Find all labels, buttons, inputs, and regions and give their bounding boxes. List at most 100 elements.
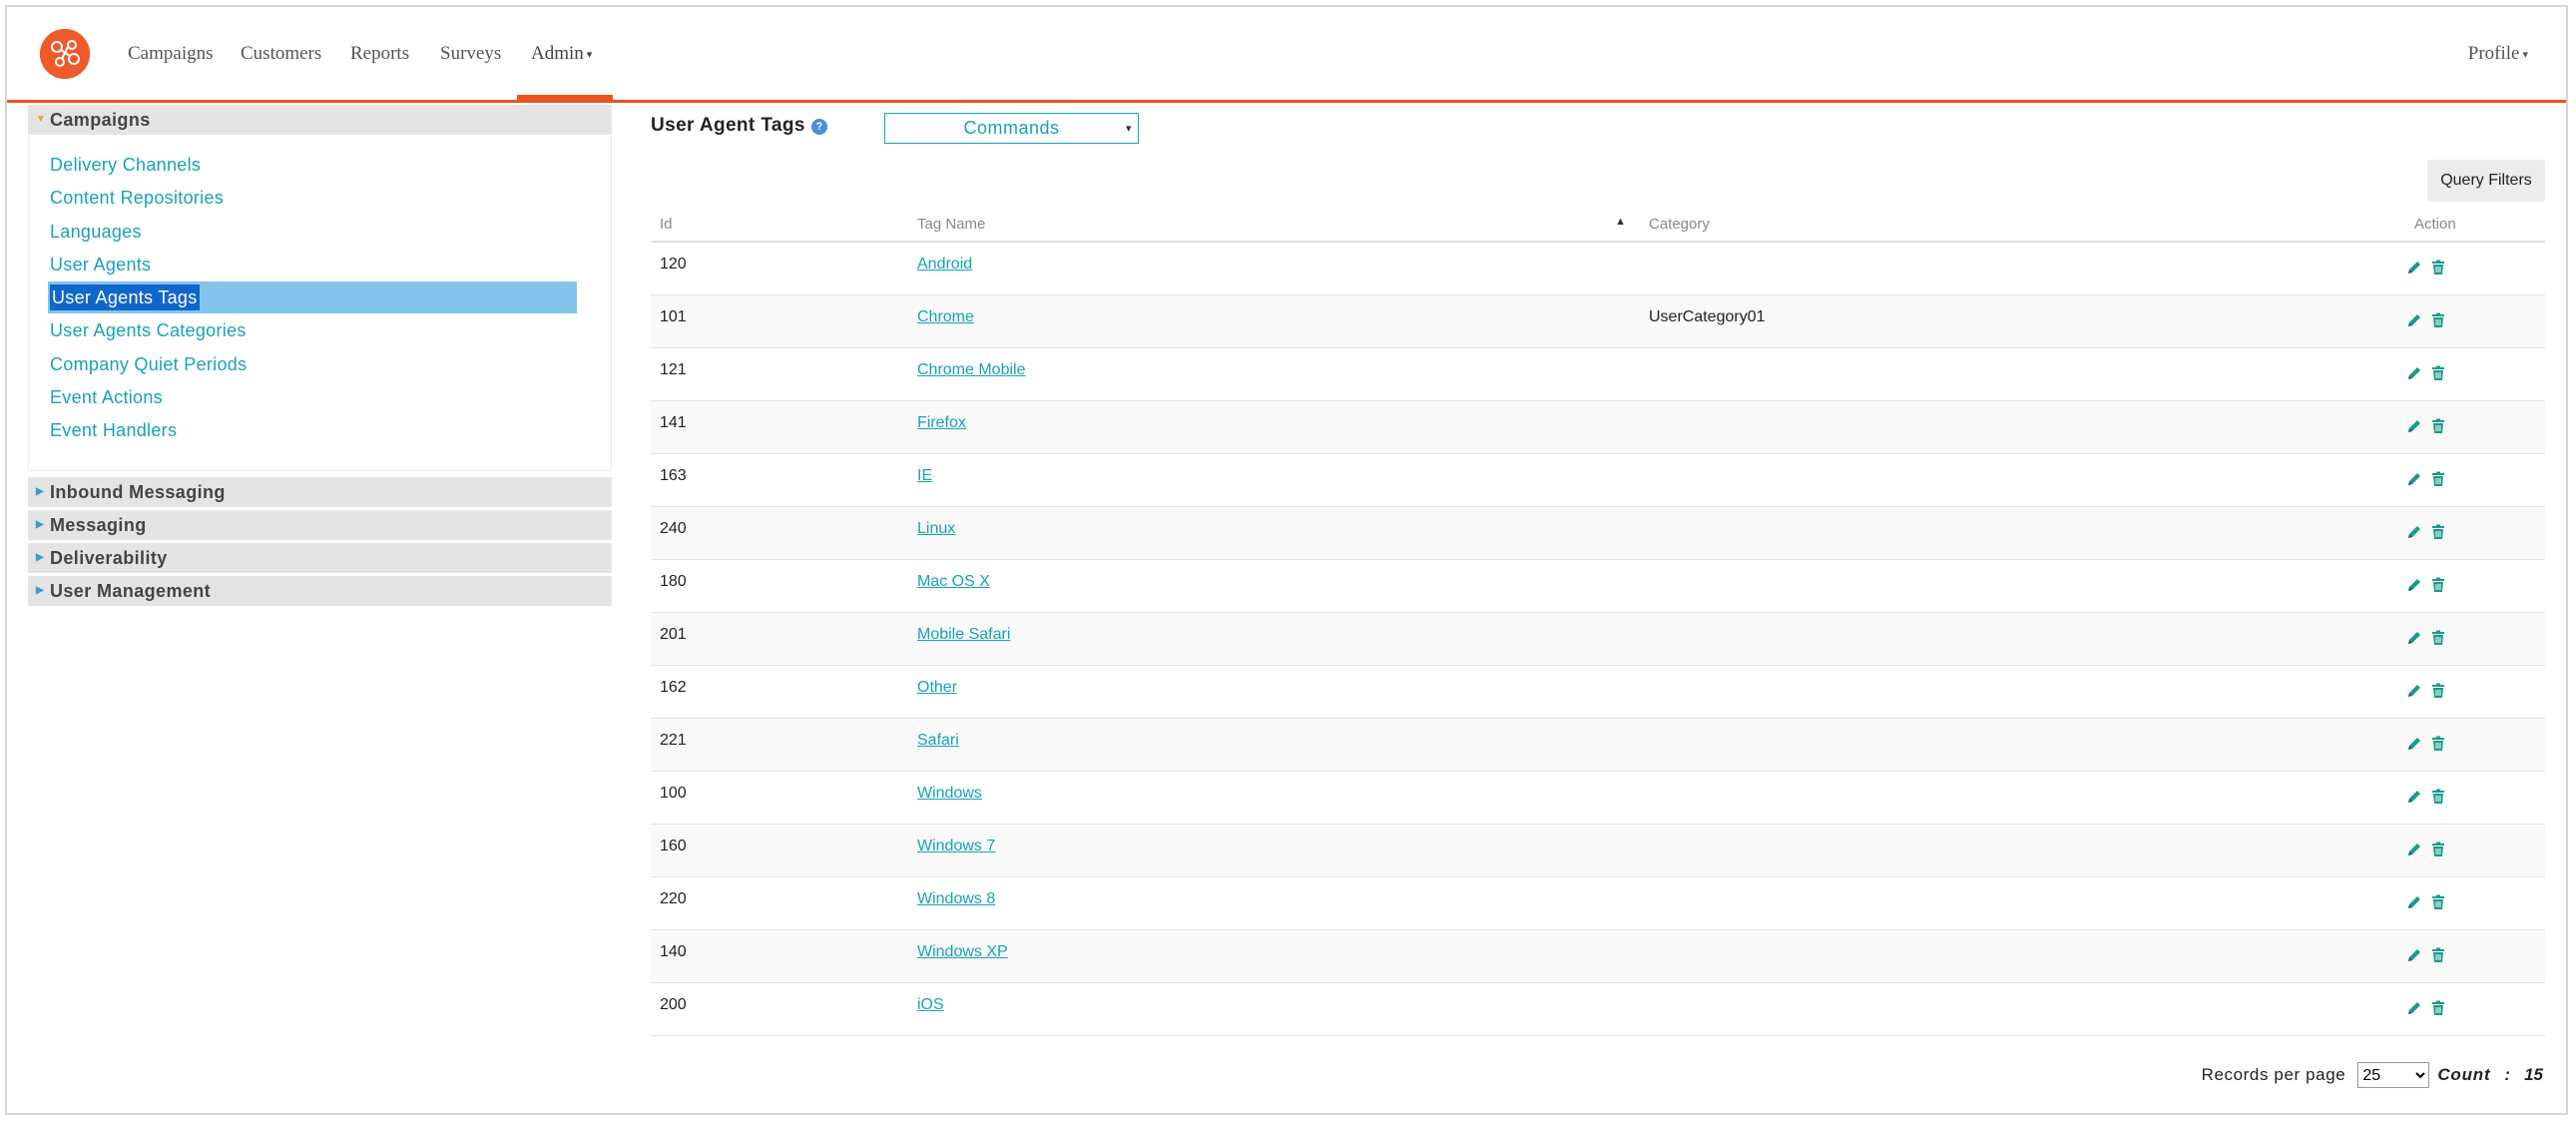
cell-id: 240 — [651, 506, 908, 560]
tag-name-link[interactable]: Windows 7 — [917, 838, 995, 854]
edit-pencil-icon[interactable] — [2405, 788, 2423, 806]
edit-pencil-icon[interactable] — [2405, 999, 2423, 1017]
tag-name-link[interactable]: Android — [917, 256, 972, 273]
table-row: 221 Safari — [651, 718, 2545, 772]
sidebar: ▼ Campaigns Delivery Channels Content Re… — [28, 105, 612, 609]
tag-name-link[interactable]: Windows XP — [917, 943, 1008, 960]
table-body: 120 Android 101 Chrome UserCategory01 121 Chro… — [651, 242, 2545, 1036]
table-row: 163 IE — [651, 453, 2545, 507]
column-header-id[interactable]: Id — [651, 208, 908, 243]
table-header-row: Id Tag Name ▲ Category Action — [651, 208, 2545, 243]
column-header-action: Action — [2405, 208, 2545, 243]
delete-trash-icon[interactable] — [2429, 999, 2447, 1017]
cell-category — [1640, 559, 2405, 613]
delete-trash-icon[interactable] — [2429, 311, 2447, 329]
cell-tag-name: Windows 8 — [908, 876, 1640, 930]
edit-pencil-icon[interactable] — [2405, 629, 2423, 647]
sidebar-section-inbound-messaging[interactable]: ▶ Inbound Messaging — [28, 477, 612, 507]
delete-trash-icon[interactable] — [2429, 841, 2447, 858]
delete-trash-icon[interactable] — [2429, 682, 2447, 700]
sidebar-item-company-quiet-periods[interactable]: Company Quiet Periods — [50, 354, 247, 375]
edit-pencil-icon[interactable] — [2405, 311, 2423, 329]
cell-tag-name: Windows XP — [908, 929, 1640, 983]
sidebar-item-event-actions[interactable]: Event Actions — [50, 387, 163, 408]
cell-id: 200 — [651, 982, 908, 1036]
table-row: 160 Windows 7 — [651, 824, 2545, 877]
cell-category — [1640, 929, 2405, 983]
sidebar-item-user-agents-tags[interactable]: User Agents Tags — [48, 281, 577, 313]
tag-name-link[interactable]: Windows 8 — [917, 890, 995, 907]
cell-action — [2405, 982, 2545, 1036]
count-separator: : — [2504, 1065, 2511, 1084]
edit-pencil-icon[interactable] — [2405, 893, 2423, 911]
delete-trash-icon[interactable] — [2429, 417, 2447, 435]
delete-trash-icon[interactable] — [2429, 788, 2447, 806]
edit-pencil-icon[interactable] — [2405, 682, 2423, 700]
tag-name-link[interactable]: IE — [917, 467, 932, 484]
tag-name-link[interactable]: Firefox — [917, 414, 966, 431]
records-per-page-select[interactable]: 25 — [2357, 1062, 2430, 1088]
tag-name-link[interactable]: Safari — [917, 732, 959, 749]
tag-name-link[interactable]: Mac OS X — [917, 573, 990, 590]
edit-pencil-icon[interactable] — [2405, 576, 2423, 594]
tag-name-link[interactable]: Mobile Safari — [917, 626, 1010, 643]
delete-trash-icon[interactable] — [2429, 259, 2447, 277]
cell-action — [2405, 400, 2545, 454]
edit-pencil-icon[interactable] — [2405, 470, 2423, 488]
profile-menu[interactable]: Profile ▾ — [2468, 43, 2528, 65]
nav-reports[interactable]: Reports — [350, 43, 409, 65]
delete-trash-icon[interactable] — [2429, 364, 2447, 382]
tag-name-link[interactable]: Other — [917, 679, 957, 696]
edit-pencil-icon[interactable] — [2405, 735, 2423, 753]
cell-action — [2405, 242, 2545, 295]
delete-trash-icon[interactable] — [2429, 470, 2447, 488]
tag-name-link[interactable]: Linux — [917, 520, 955, 537]
cell-id: 120 — [651, 242, 908, 295]
cell-id: 221 — [651, 718, 908, 772]
tag-name-link[interactable]: Chrome Mobile — [917, 361, 1025, 378]
query-filters-button[interactable]: Query Filters — [2427, 160, 2545, 202]
sidebar-section-messaging[interactable]: ▶ Messaging — [28, 510, 612, 540]
nav-surveys[interactable]: Surveys — [440, 43, 501, 65]
column-header-tag-name[interactable]: Tag Name ▲ — [908, 208, 1640, 243]
sidebar-section-deliverability[interactable]: ▶ Deliverability — [28, 543, 612, 573]
cell-id: 101 — [651, 294, 908, 348]
delete-trash-icon[interactable] — [2429, 576, 2447, 594]
table-row: 140 Windows XP — [651, 929, 2545, 983]
nav-admin[interactable]: Admin ▾ — [531, 43, 592, 65]
edit-pencil-icon[interactable] — [2405, 523, 2423, 541]
delete-trash-icon[interactable] — [2429, 629, 2447, 647]
tag-name-link[interactable]: Chrome — [917, 308, 974, 325]
commands-dropdown[interactable]: Commands ▾ — [884, 113, 1139, 144]
edit-pencil-icon[interactable] — [2405, 841, 2423, 858]
cell-action — [2405, 453, 2545, 507]
nav-campaigns[interactable]: Campaigns — [128, 43, 214, 65]
sidebar-item-event-handlers[interactable]: Event Handlers — [50, 420, 177, 441]
delete-trash-icon[interactable] — [2429, 523, 2447, 541]
cell-action — [2405, 718, 2545, 772]
edit-pencil-icon[interactable] — [2405, 417, 2423, 435]
sidebar-item-user-agents[interactable]: User Agents — [50, 255, 151, 276]
cell-id: 160 — [651, 824, 908, 877]
tag-name-link[interactable]: iOS — [917, 996, 944, 1013]
edit-pencil-icon[interactable] — [2405, 946, 2423, 964]
help-icon[interactable]: ? — [810, 118, 827, 135]
sidebar-section-campaigns[interactable]: ▼ Campaigns — [28, 105, 612, 135]
triangle-right-icon: ▶ — [36, 552, 45, 563]
sidebar-item-languages[interactable]: Languages — [50, 222, 142, 243]
edit-pencil-icon[interactable] — [2405, 364, 2423, 382]
delete-trash-icon[interactable] — [2429, 735, 2447, 753]
edit-pencil-icon[interactable] — [2405, 259, 2423, 277]
sidebar-item-user-agents-categories[interactable]: User Agents Categories — [50, 320, 247, 341]
sidebar-item-content-repositories[interactable]: Content Repositories — [50, 188, 224, 209]
sidebar-item-delivery-channels[interactable]: Delivery Channels — [50, 155, 201, 176]
nav-customers[interactable]: Customers — [241, 43, 321, 65]
delete-trash-icon[interactable] — [2429, 946, 2447, 964]
brand-logo-icon[interactable] — [40, 29, 90, 79]
tag-name-link[interactable]: Windows — [917, 785, 982, 802]
cell-id: 162 — [651, 665, 908, 719]
delete-trash-icon[interactable] — [2429, 893, 2447, 911]
column-header-category[interactable]: Category — [1640, 208, 2405, 243]
sidebar-section-user-management[interactable]: ▶ User Management — [28, 576, 612, 606]
triangle-right-icon: ▶ — [36, 585, 45, 596]
